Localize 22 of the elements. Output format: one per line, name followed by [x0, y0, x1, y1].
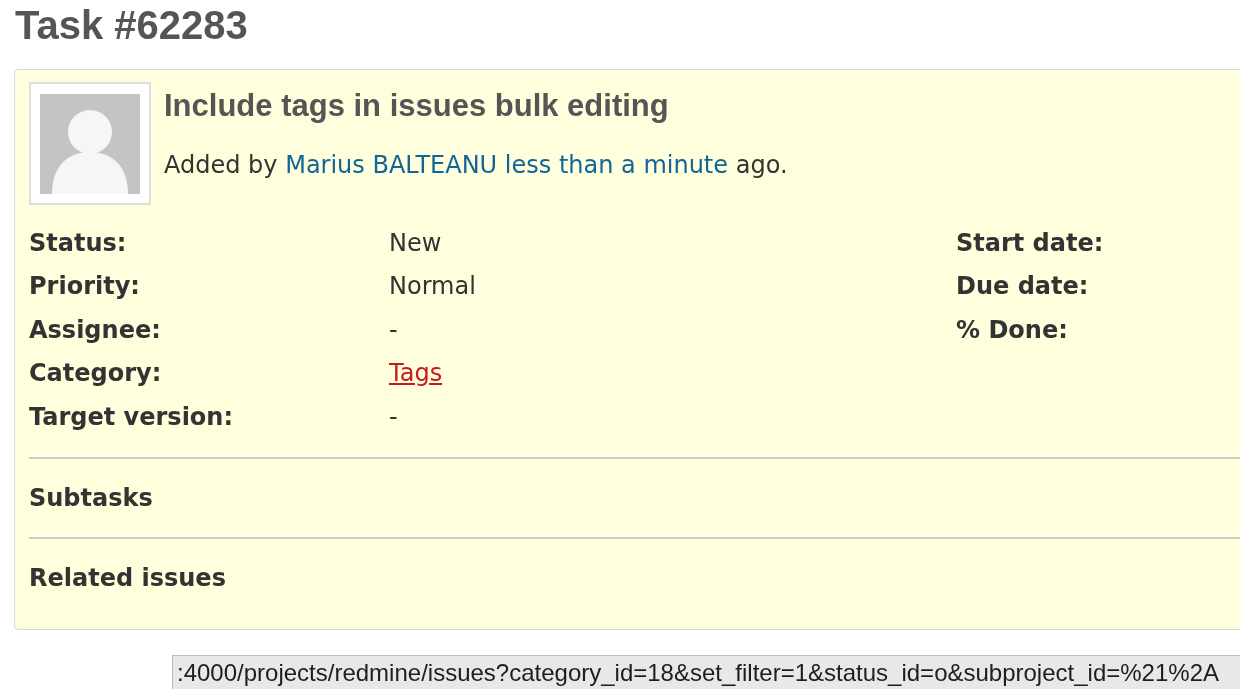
- author-line: Added by Marius BALTEANU less than a minute ago.: [164, 150, 788, 180]
- attribute-value: -: [389, 402, 399, 431]
- section-heading: Related issues: [29, 563, 226, 592]
- avatar-silhouette-icon: [29, 82, 151, 205]
- attribute-label: Priority:: [29, 272, 141, 301]
- attribute-label: % Done:: [956, 315, 1069, 344]
- attribute-value: -: [389, 315, 399, 344]
- attribute-value: New: [389, 228, 443, 257]
- page-title: Task #62283: [15, 2, 248, 49]
- attribute-label: Start date:: [956, 228, 1105, 257]
- issue-subject: Include tags in issues bulk editing: [164, 87, 670, 125]
- author-link[interactable]: Marius BALTEANU: [285, 151, 498, 179]
- section-heading: Subtasks: [29, 483, 153, 512]
- attribute-label: Assignee:: [29, 315, 162, 344]
- attribute-label: Target version:: [29, 402, 235, 431]
- attribute-label: Due date:: [956, 272, 1090, 301]
- attribute-value: Normal: [389, 272, 477, 301]
- age-link[interactable]: less than a minute: [504, 151, 729, 179]
- attribute-label: Status:: [29, 228, 128, 257]
- attribute-link[interactable]: Tags: [389, 359, 443, 388]
- status-url: :4000/projects/redmine/issues?category_id=18&set_filter=1&status_id=o&subproject_id=%21%2A: [177, 658, 1219, 687]
- attribute-label: Category:: [29, 359, 163, 388]
